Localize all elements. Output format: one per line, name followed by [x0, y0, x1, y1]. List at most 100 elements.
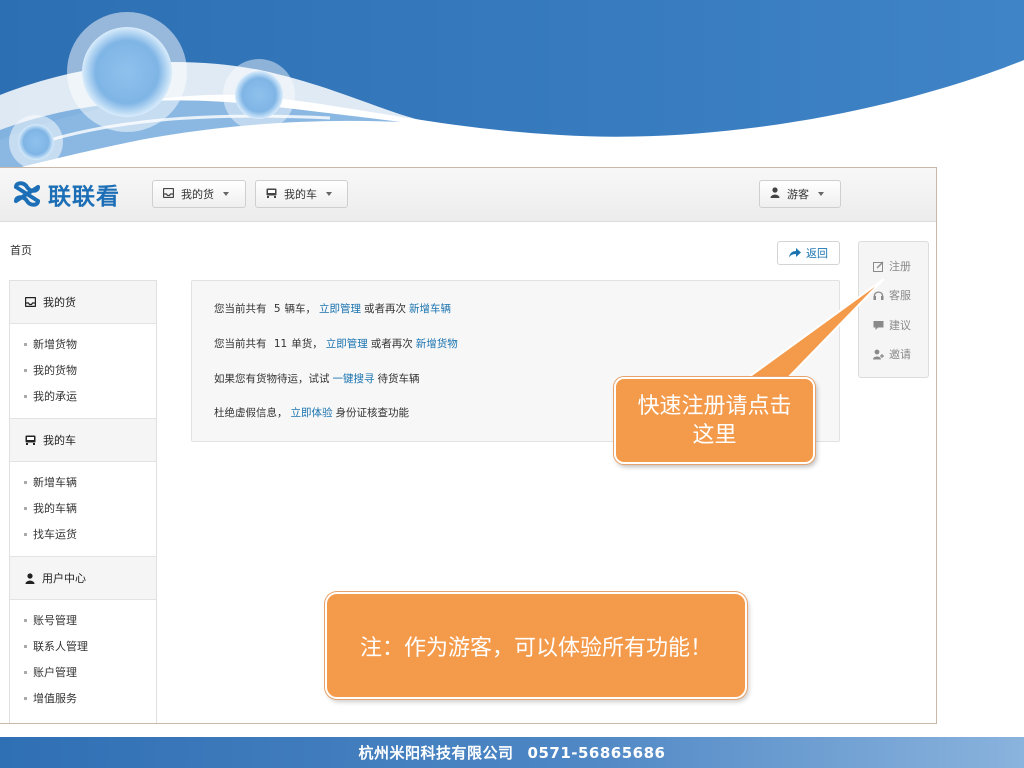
sidebar-item-my-vehicles[interactable]: 我的车辆: [10, 495, 156, 521]
sidebar-item-label: 我的承运: [33, 390, 77, 403]
sidebar-item-value-added[interactable]: 增值服务: [10, 685, 156, 711]
sidebar-list-user-center: 账号管理 联系人管理 账户管理 增值服务: [10, 600, 156, 720]
verification-line: 杜绝虚假信息， 立即体验 身份证核查功能: [214, 405, 409, 420]
customer-service-label: 客服: [889, 289, 911, 302]
footer-bar: 杭州米阳科技有限公司 0571-56865686: [0, 737, 1024, 768]
sidebar-section-user-center[interactable]: 用户中心: [10, 557, 156, 600]
sidebar-item-label: 新增车辆: [33, 476, 77, 489]
invite-label: 邀请: [889, 348, 911, 361]
guest-user-dropdown[interactable]: 游客: [759, 180, 841, 208]
text-suffix: 单货，: [291, 338, 323, 350]
text-prefix: 如果您有货物待运，试试: [214, 373, 330, 385]
sidebar-item-label: 我的货物: [33, 364, 77, 377]
sidebar-item-label: 账号管理: [33, 614, 77, 627]
search-suggestion-line: 如果您有货物待运，试试 一键搜寻 待货车辆: [214, 371, 420, 386]
truck-icon: [266, 188, 277, 201]
invite-button[interactable]: 邀请: [873, 346, 911, 362]
register-button[interactable]: 注册: [873, 258, 911, 274]
sidebar-list-my-goods: 新增货物 我的货物 我的承运: [10, 324, 156, 419]
logo-text: 联联看: [48, 184, 120, 210]
sidebar-item-find-truck[interactable]: 找车运货: [10, 521, 156, 547]
breadcrumb[interactable]: 首页: [10, 242, 32, 258]
back-button[interactable]: 返回: [777, 241, 840, 265]
text-suffix: 待货车辆: [377, 373, 420, 385]
text-middle: 或者再次: [370, 338, 413, 350]
bullet-icon: [24, 506, 27, 510]
one-click-search-link[interactable]: 一键搜寻: [333, 373, 375, 385]
bullet-icon: [24, 644, 27, 648]
sidebar-section-title: 我的货: [43, 296, 76, 309]
chevron-down-icon: [223, 192, 229, 196]
sidebar-section-title: 用户中心: [42, 572, 86, 585]
sidebar-list-my-car: 新增车辆 我的车辆 找车运货: [10, 462, 156, 557]
my-car-dropdown[interactable]: 我的车: [255, 180, 348, 208]
sidebar-item-label: 账户管理: [33, 666, 77, 679]
truck-icon: [25, 435, 36, 445]
logo-icon: [14, 181, 40, 207]
text-middle: 或者再次: [364, 303, 407, 315]
text-prefix: 您当前共有: [214, 303, 267, 315]
bullet-icon: [24, 394, 27, 398]
bullet-icon: [24, 532, 27, 536]
suggestion-button[interactable]: 建议: [873, 317, 911, 333]
bullet-icon: [24, 696, 27, 700]
user-icon: [770, 187, 780, 201]
chevron-down-icon: [818, 192, 824, 196]
bullet-icon: [24, 480, 27, 484]
sidebar-item-account-management[interactable]: 账号管理: [10, 607, 156, 633]
sidebar-item-label: 我的车辆: [33, 502, 77, 515]
goods-summary-line: 您当前共有 11 单货， 立即管理 或者再次 新增货物: [214, 336, 461, 351]
register-hint-callout: 快速注册请点击这里: [614, 377, 815, 464]
logo[interactable]: 联联看: [12, 179, 120, 210]
sidebar-section-my-car[interactable]: 我的车: [10, 419, 156, 462]
my-car-label: 我的车: [284, 188, 317, 201]
sidebar-item-billing[interactable]: 账户管理: [10, 659, 156, 685]
customer-service-button[interactable]: 客服: [873, 287, 911, 303]
share-arrow-icon: [789, 248, 801, 258]
bullet-icon: [24, 342, 27, 346]
guest-label: 游客: [787, 188, 809, 201]
sidebar-item-add-vehicle[interactable]: 新增车辆: [10, 469, 156, 495]
sidebar-section-my-goods[interactable]: 我的货: [10, 281, 156, 324]
register-label: 注册: [889, 260, 911, 273]
text-suffix: 身份证核查功能: [335, 407, 410, 419]
manage-vehicles-link[interactable]: 立即管理: [319, 303, 361, 315]
add-goods-link[interactable]: 新增货物: [416, 338, 458, 350]
bullet-icon: [24, 368, 27, 372]
my-goods-dropdown[interactable]: 我的货: [152, 180, 246, 208]
suggestion-label: 建议: [889, 319, 911, 332]
sidebar-item-label: 找车运货: [33, 528, 77, 541]
sidebar: 我的货 新增货物 我的货物 我的承运 我的车 新增车辆 我的车辆 找车运货 用户…: [9, 280, 157, 723]
sidebar-item-my-goods[interactable]: 我的货物: [10, 357, 156, 383]
sidebar-item-label: 增值服务: [33, 692, 77, 705]
manage-goods-link[interactable]: 立即管理: [326, 338, 368, 350]
vehicle-summary-line: 您当前共有 5 辆车， 立即管理 或者再次 新增车辆: [214, 301, 454, 316]
company-phone: 0571-56865686: [527, 743, 666, 762]
bullet-icon: [24, 618, 27, 622]
text-prefix: 您当前共有: [214, 338, 267, 350]
guest-notice-callout: 注：作为游客，可以体验所有功能！: [325, 592, 747, 699]
text-suffix: 辆车，: [284, 303, 317, 315]
company-name: 杭州米阳科技有限公司: [358, 744, 514, 762]
sidebar-item-label: 新增货物: [33, 338, 77, 351]
top-navbar: 联联看 我的货 我的车 游客: [0, 168, 936, 222]
sidebar-section-title: 我的车: [43, 434, 76, 447]
inbox-icon: [162, 187, 175, 201]
floating-toolbar: 注册 客服 建议 邀请: [858, 241, 929, 378]
headset-icon: [873, 290, 884, 300]
comment-icon: [873, 320, 884, 330]
goods-count: 11: [273, 338, 288, 350]
sidebar-item-label: 联系人管理: [33, 640, 88, 653]
sidebar-item-add-goods[interactable]: 新增货物: [10, 331, 156, 357]
header-decoration: [0, 0, 1024, 172]
sidebar-item-contacts[interactable]: 联系人管理: [10, 633, 156, 659]
sidebar-item-my-carriage[interactable]: 我的承运: [10, 383, 156, 409]
back-label: 返回: [806, 247, 828, 260]
user-add-icon: [873, 349, 884, 359]
inbox-icon: [25, 297, 36, 307]
add-vehicle-link[interactable]: 新增车辆: [409, 303, 451, 315]
bullet-icon: [24, 670, 27, 674]
try-now-link[interactable]: 立即体验: [291, 407, 333, 419]
my-goods-label: 我的货: [181, 188, 214, 201]
vehicle-count: 5: [273, 303, 281, 315]
